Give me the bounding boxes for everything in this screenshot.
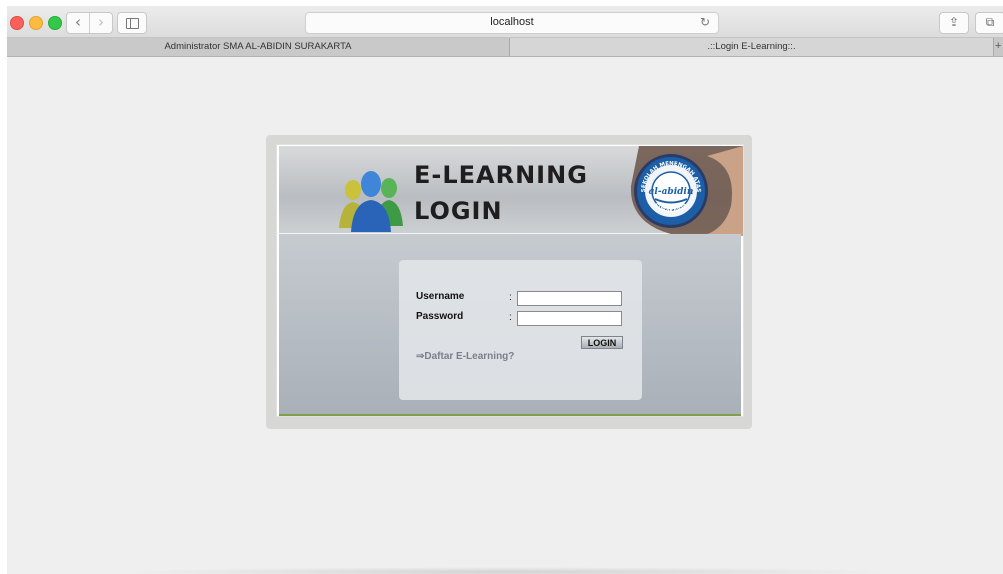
login-body: Username : Password : LOGIN ⇒Daftar E-Le… [279,234,741,416]
login-panel: E-LEARNING LOGIN al-abidin SEKOLAH MENEN… [266,135,752,429]
password-colon: : [509,312,512,323]
login-header: E-LEARNING LOGIN al-abidin SEKOLAH MENEN… [279,146,743,236]
username-label: Username [416,291,465,302]
username-colon: : [509,292,512,303]
logo-center-text: al-abidin [649,187,694,197]
login-form: Username : Password : LOGIN ⇒Daftar E-Le… [399,260,642,400]
tab-bar: Administrator SMA AL-ABIDIN SURAKARTA .:… [7,38,1003,57]
page-shadow [117,567,897,574]
title-bar: ‹ › localhost ↻ ⇪ ⧉ [7,6,1003,38]
password-label: Password [416,311,464,322]
login-title: LOGIN [414,197,503,225]
reload-icon[interactable]: ↻ [700,15,710,29]
back-button[interactable]: ‹ [67,13,90,33]
tab-overview-button[interactable]: ⧉ [975,12,1003,34]
address-text: localhost [490,16,534,28]
login-button[interactable]: LOGIN [581,336,623,349]
login-panel-inner: E-LEARNING LOGIN al-abidin SEKOLAH MENEN… [276,144,744,417]
close-window-button[interactable] [10,16,24,30]
register-link[interactable]: ⇒Daftar E-Learning? [416,351,514,362]
zoom-window-button[interactable] [48,16,62,30]
school-logo: al-abidin SEKOLAH MENENGAH ATAS SURAKART… [630,146,743,236]
password-field[interactable] [517,311,622,326]
page-content: E-LEARNING LOGIN al-abidin SEKOLAH MENEN… [7,57,1003,574]
elearning-title: E-LEARNING [414,161,588,189]
tab-login-elearning[interactable]: .::Login E-Learning::. [510,38,994,56]
username-field[interactable] [517,291,622,306]
users-icon [339,171,403,232]
new-tab-button[interactable]: + [995,38,1003,56]
sidebar-icon [126,18,139,29]
tab-administrator[interactable]: Administrator SMA AL-ABIDIN SURAKARTA [7,38,510,56]
address-bar[interactable]: localhost ↻ [305,12,719,34]
navigation-buttons: ‹ › [66,12,113,34]
browser-window: ‹ › localhost ↻ ⇪ ⧉ Administrator SMA AL… [7,6,1003,574]
share-button[interactable]: ⇪ [939,12,969,34]
forward-button[interactable]: › [90,13,112,33]
minimize-window-button[interactable] [29,16,43,30]
sidebar-toggle-button[interactable] [117,12,147,34]
